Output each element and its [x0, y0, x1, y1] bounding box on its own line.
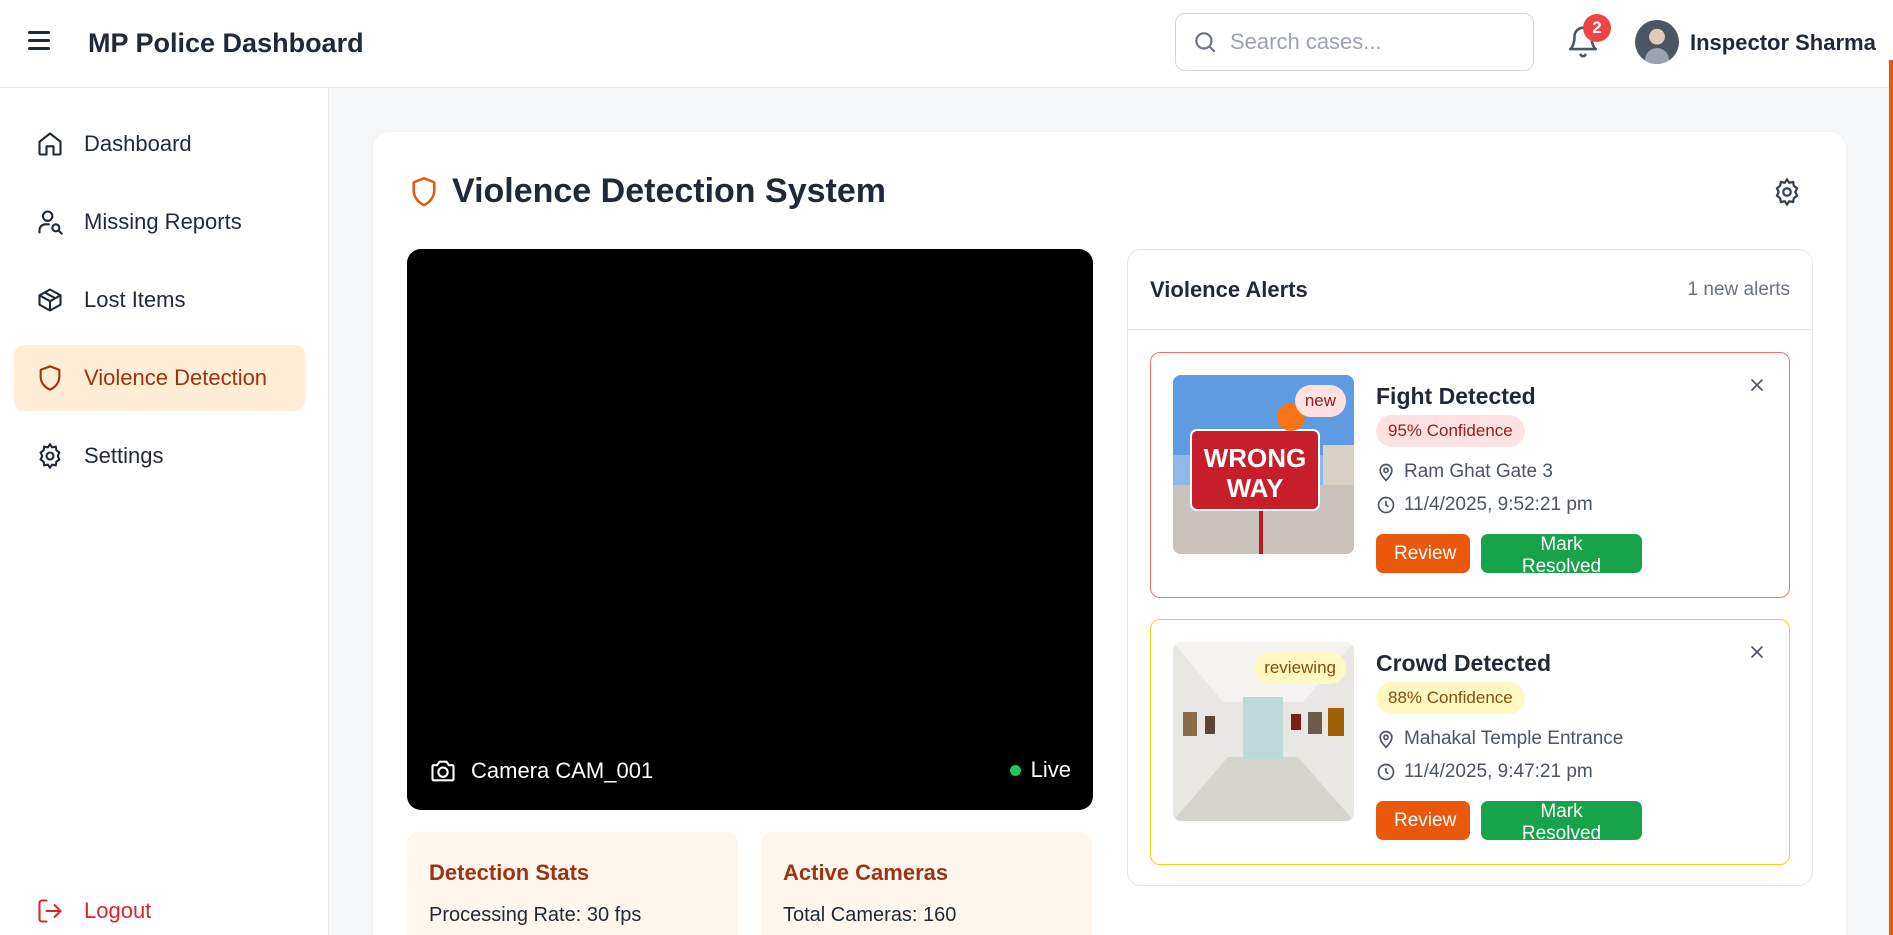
sidebar-item-lost-items[interactable]: Lost Items [14, 267, 305, 333]
notification-badge: 2 [1583, 14, 1611, 42]
confidence-badge: 88% Confidence [1376, 682, 1525, 714]
live-label: Live [1030, 757, 1071, 782]
sidebar-item-violence-detection[interactable]: Violence Detection [14, 345, 305, 411]
sidebar-item-label: Missing Reports [84, 209, 242, 234]
time-text: 11/4/2025, 9:47:21 pm [1404, 761, 1593, 782]
alert-title: Crowd Detected [1376, 650, 1552, 676]
scrollbar-accent [1889, 60, 1893, 935]
logout-icon [38, 899, 62, 923]
close-icon[interactable] [1747, 375, 1767, 395]
sidebar-item-label: Settings [84, 443, 164, 468]
sidebar-item-label: Violence Detection [84, 365, 268, 390]
detection-stats-title: Detection Stats [429, 860, 590, 885]
sidebar-item-label: Dashboard [84, 131, 192, 156]
shield-icon [412, 177, 436, 207]
location-pin-icon [1379, 730, 1393, 749]
app-title: MP Police Dashboard [88, 28, 364, 58]
package-icon [38, 288, 62, 312]
clock-icon [1377, 496, 1395, 514]
shield-icon [39, 365, 61, 391]
sidebar-item-dashboard[interactable]: Dashboard [14, 111, 305, 177]
active-cameras-title: Active Cameras [783, 860, 949, 885]
logout-label: Logout [84, 898, 152, 923]
avatar[interactable] [1635, 20, 1679, 64]
time-text: 11/4/2025, 9:52:21 pm [1404, 494, 1593, 515]
logout-button[interactable]: Logout [14, 878, 305, 935]
status-badge: new [1294, 385, 1346, 417]
settings-gear-icon[interactable] [1772, 177, 1802, 207]
camera-icon [431, 760, 455, 782]
alert-thumbnail[interactable]: reviewing [1173, 642, 1354, 821]
location-pin-icon [1379, 463, 1393, 482]
user-name[interactable]: Inspector Sharma [1690, 30, 1876, 56]
clock-icon [1377, 763, 1395, 781]
alert-thumbnail[interactable]: WRONG WAY new [1173, 375, 1354, 554]
violence-alerts-panel: Violence Alerts 1 new alerts WRONG WAY n… [1127, 249, 1813, 886]
sidebar-item-missing-reports[interactable]: Missing Reports [14, 189, 305, 255]
home-icon [38, 132, 62, 156]
top-header: MP Police Dashboard 2 Inspector Sharma [0, 0, 1893, 88]
search-input[interactable] [1230, 29, 1510, 55]
status-badge: reviewing [1254, 652, 1346, 684]
location-text: Mahakal Temple Entrance [1404, 728, 1624, 749]
menu-icon[interactable] [28, 31, 52, 55]
alerts-count: 1 new alerts [1687, 278, 1790, 300]
alert-card: reviewing Crowd Detected 88% Confidence … [1150, 619, 1790, 865]
review-button[interactable]: Review [1376, 534, 1470, 573]
user-search-icon [38, 210, 63, 235]
alert-location: Ram Ghat Gate 3 [1376, 461, 1553, 483]
alert-location: Mahakal Temple Entrance [1376, 728, 1623, 750]
camera-label: Camera CAM_001 [429, 757, 653, 785]
camera-name: Camera CAM_001 [471, 758, 654, 783]
video-feed[interactable]: Camera CAM_001 Live [407, 249, 1093, 810]
alerts-title: Violence Alerts [1150, 276, 1308, 302]
close-icon[interactable] [1747, 642, 1767, 662]
total-cameras: Total Cameras: 160 [783, 904, 957, 926]
sidebar-item-settings[interactable]: Settings [14, 423, 305, 489]
mark-resolved-button[interactable]: Mark Resolved [1481, 534, 1642, 577]
location-text: Ram Ghat Gate 3 [1404, 461, 1553, 482]
svg-text:WAY: WAY [1227, 473, 1284, 503]
search-icon [1195, 32, 1216, 53]
active-cameras-card: Active Cameras Total Cameras: 160 [761, 832, 1092, 935]
detection-stats-card: Detection Stats Processing Rate: 30 fps [407, 832, 738, 935]
confidence-badge: 95% Confidence [1376, 415, 1525, 447]
alert-time: 11/4/2025, 9:52:21 pm [1376, 494, 1593, 516]
sidebar-item-label: Lost Items [84, 287, 186, 312]
alert-card: WRONG WAY new Fight Detected 95% Confide… [1150, 352, 1790, 598]
sidebar: Dashboard Missing Reports Lost Items Vio… [0, 88, 329, 935]
gear-icon [39, 442, 61, 470]
processing-rate: Processing Rate: 30 fps [429, 904, 642, 926]
live-indicator: Live [1009, 757, 1071, 783]
review-button[interactable]: Review [1376, 801, 1470, 840]
live-dot-icon [1009, 764, 1021, 776]
mark-resolved-button[interactable]: Mark Resolved [1481, 801, 1642, 844]
search-box[interactable] [1175, 13, 1534, 71]
alert-title: Fight Detected [1376, 383, 1536, 409]
page-title: Violence Detection System [452, 172, 886, 210]
alert-time: 11/4/2025, 9:47:21 pm [1376, 761, 1593, 783]
svg-text:WRONG: WRONG [1204, 443, 1307, 473]
alerts-header: Violence Alerts 1 new alerts [1128, 250, 1812, 330]
